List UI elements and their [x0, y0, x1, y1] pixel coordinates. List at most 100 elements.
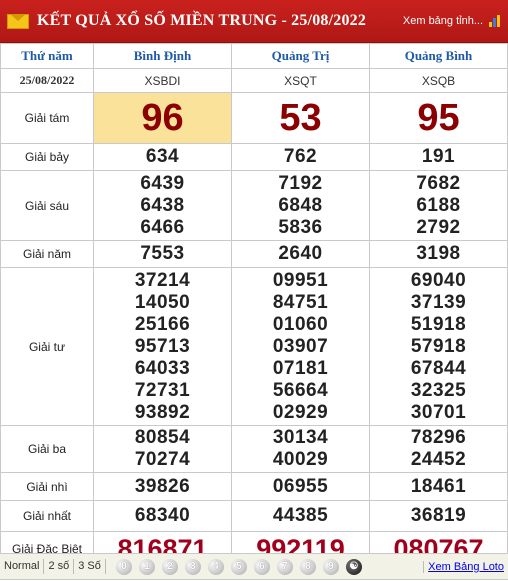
province-name[interactable]: Quảng Bình	[369, 43, 508, 69]
prize-row-7: Giải bảy 634 762 191	[0, 143, 508, 171]
prize-label: Giải năm	[0, 240, 94, 268]
bar-chart-icon[interactable]	[489, 15, 500, 27]
result-number: 634	[145, 146, 180, 167]
result-cell: 37214 14050 25166 95713 64033 72731 9389…	[93, 267, 232, 426]
digit-ball[interactable]: 7	[276, 558, 293, 575]
province-code[interactable]: XSBDI	[93, 68, 232, 93]
province-name[interactable]: Bình Định	[93, 43, 232, 69]
result-number: 37214	[134, 269, 191, 291]
result-cell: 7682 6188 2792	[369, 170, 508, 241]
prize-label: Giải tám	[0, 92, 94, 144]
digit-ball[interactable]: 6	[253, 558, 270, 575]
digit-ball[interactable]: 9	[322, 558, 339, 575]
result-number: 30134	[272, 427, 329, 448]
results-header: KẾT QUẢ XỔ SỐ MIỀN TRUNG - 25/08/2022 Xe…	[0, 0, 508, 43]
result-number: 6438	[140, 194, 185, 216]
result-number: 6439	[140, 172, 185, 194]
result-number: 30701	[410, 401, 467, 423]
result-number: 762	[283, 146, 318, 167]
result-number: 69040	[410, 269, 467, 291]
result-number: 02929	[272, 401, 329, 423]
digit-ball[interactable]: 5	[230, 558, 247, 575]
result-number: 18461	[410, 475, 467, 497]
result-number: 03907	[272, 335, 329, 357]
result-number: 93892	[134, 401, 191, 423]
result-number: 78296	[410, 427, 467, 448]
result-cell: 53	[231, 92, 370, 144]
province-code[interactable]: XSQT	[231, 68, 370, 93]
result-cell: 06955	[231, 472, 370, 501]
digit-ball[interactable]: 1	[138, 558, 155, 575]
lottery-results-widget: KẾT QUẢ XỔ SỐ MIỀN TRUNG - 25/08/2022 Xe…	[0, 0, 508, 581]
result-number: 80854	[134, 427, 191, 448]
province-code-row: 25/08/2022 XSBDI XSQT XSQB	[0, 68, 508, 93]
result-number: 3198	[416, 243, 461, 264]
display-toolbar: Normal 2 số 3 Số 0 1 2 3 4 5 6 7 8 9 ☯ X…	[0, 553, 508, 580]
result-number: 7682	[416, 172, 461, 194]
result-number: 5836	[278, 216, 323, 238]
province-name[interactable]: Quảng Trị	[231, 43, 370, 69]
digit-ball[interactable]: 0	[115, 558, 132, 575]
result-cell: 30134 40029	[231, 425, 370, 473]
result-number: 2640	[278, 243, 323, 264]
prize-row-6: Giải sáu 6439 6438 6466 7192 6848 5836 7…	[0, 170, 508, 241]
view-provinces-link[interactable]: Xem bảng tỉnh...	[403, 15, 483, 27]
result-number: 6188	[416, 194, 461, 216]
option-2-digits[interactable]: 2 số	[44, 559, 75, 574]
result-cell: 18461	[369, 472, 508, 501]
result-number: 72731	[134, 379, 191, 401]
result-number: 51918	[410, 313, 467, 335]
result-number: 96	[141, 97, 184, 139]
result-cell: 09951 84751 01060 03907 07181 56664 0292…	[231, 267, 370, 426]
result-number: 84751	[272, 291, 329, 313]
result-cell: 7192 6848 5836	[231, 170, 370, 241]
prize-row-5: Giải năm 7553 2640 3198	[0, 240, 508, 268]
result-number: 53	[279, 97, 322, 139]
digit-ball[interactable]: 3	[184, 558, 201, 575]
result-cell: 634	[93, 143, 232, 171]
draw-date: 25/08/2022	[0, 68, 94, 93]
result-cell: 36819	[369, 500, 508, 532]
result-number: 70274	[134, 449, 191, 470]
digit-ball[interactable]: 2	[161, 558, 178, 575]
prize-label: Giải sáu	[0, 170, 94, 241]
option-3-digits[interactable]: 3 Số	[74, 559, 106, 574]
province-code[interactable]: XSQB	[369, 68, 508, 93]
result-cell: 78296 24452	[369, 425, 508, 473]
result-number: 191	[421, 146, 456, 167]
digit-ball[interactable]: 8	[299, 558, 316, 575]
option-normal[interactable]: Normal	[0, 559, 45, 574]
result-number: 09951	[272, 269, 329, 291]
result-cell: 191	[369, 143, 508, 171]
prize-row-4: Giải tư 37214 14050 25166 95713 64033 72…	[0, 267, 508, 426]
result-number: 95	[417, 97, 460, 139]
result-number: 68340	[134, 505, 191, 526]
view-loto-link[interactable]: Xem Bảng Loto	[423, 560, 504, 573]
result-number: 67844	[410, 357, 467, 379]
result-number: 32325	[410, 379, 467, 401]
result-number: 24452	[410, 449, 467, 470]
results-table: Thứ năm Bình Định Quảng Trị Quảng Bình 2…	[0, 43, 508, 567]
digit-ball[interactable]: 4	[207, 558, 224, 575]
result-number: 36819	[410, 505, 467, 526]
results-title: KẾT QUẢ XỔ SỐ MIỀN TRUNG - 25/08/2022	[37, 12, 367, 29]
result-number: 14050	[134, 291, 191, 313]
result-cell: 44385	[231, 500, 370, 532]
result-cell: 80854 70274	[93, 425, 232, 473]
envelope-icon	[7, 13, 29, 29]
result-number: 6848	[278, 194, 323, 216]
result-cell: 39826	[93, 472, 232, 501]
result-cell: 2640	[231, 240, 370, 268]
prize-row-1: Giải nhất 68340 44385 36819	[0, 500, 508, 532]
prize-label: Giải ba	[0, 425, 94, 473]
result-cell: 68340	[93, 500, 232, 532]
yin-yang-icon[interactable]: ☯	[345, 558, 362, 575]
result-cell: 7553	[93, 240, 232, 268]
result-number: 95713	[134, 335, 191, 357]
prize-row-3: Giải ba 80854 70274 30134 40029 78296 24…	[0, 425, 508, 473]
result-cell: 762	[231, 143, 370, 171]
result-number: 07181	[272, 357, 329, 379]
result-cell: 96	[93, 92, 232, 144]
result-number: 01060	[272, 313, 329, 335]
result-number: 57918	[410, 335, 467, 357]
